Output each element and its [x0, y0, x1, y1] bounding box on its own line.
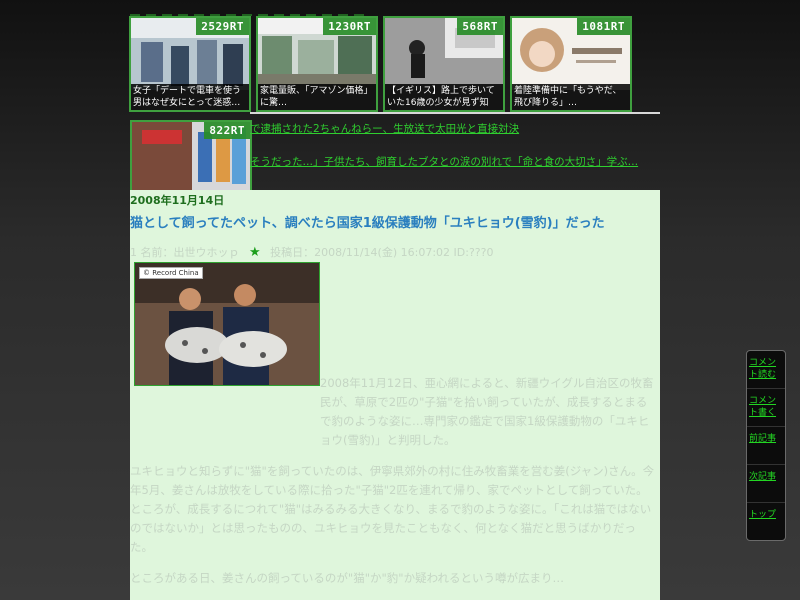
post-meta: 1 名前：出世ウホッｐ ★ 投稿日：2008/11/14(金) 16:07:02…: [130, 244, 493, 260]
thumb-article-1[interactable]: 2529RT 女子「デートで電車を使う男はなぜ女にとって迷惑…: [129, 16, 251, 112]
article-photo: © Record China: [134, 262, 320, 386]
article: 2008年11月14日 猫として飼ってたペット、調べたら国家1級保護動物「ユキヒ…: [130, 190, 660, 600]
poster-name: 1 名前：出世ウホッｐ: [130, 246, 240, 259]
paragraph: ところが、成長するにつれて"猫"はみるみる大きくなり、まるで豹のような姿に。「こ…: [130, 502, 652, 554]
related-link-2[interactable]: そうだった…」子供たち、飼育したブタとの涙の別れで「命と食の大切さ」学ぶ…: [250, 154, 638, 169]
star-icon: ★: [249, 245, 261, 260]
side-nav: コメント読む コメント書く 前記事 次記事 トップ: [746, 350, 786, 541]
post-date: 投稿日：2008/11/14(金) 16:07:02 ID:???0: [270, 246, 494, 259]
article-body: 2008年11月12日、亜心網によると、新疆ウイグル自治区の牧畜民が、草原で2匹…: [130, 374, 658, 588]
thumb-caption: 着陸準備中に「もうやだ、飛び降りる」…: [512, 84, 630, 110]
thumb-article-3[interactable]: 568RT 【イギリス】路上で歩いていた16歳の少女が見ず知ら…: [383, 16, 505, 112]
top-link[interactable]: トップ: [747, 503, 785, 540]
rt-count: 1230RT: [323, 18, 376, 35]
paragraph: 2008年11月12日、亜心網によると、新疆ウイグル自治区の牧畜民が、草原で2匹…: [320, 376, 654, 447]
rt-count: 822RT: [204, 122, 250, 139]
related-link-1[interactable]: で逮捕された2ちゃんねらー、生放送で太田光と直接対決: [250, 121, 519, 136]
photo-credit: © Record China: [139, 267, 203, 279]
rt-count: 1081RT: [577, 18, 630, 35]
paragraph: ところがある日、姜さんの飼っているのが"猫"か"豹"か疑われるという噂が広まり…: [130, 571, 565, 585]
thumb-article-5[interactable]: 822RT: [130, 120, 252, 194]
thumb-caption: 女子「デートで電車を使う男はなぜ女にとって迷惑…: [131, 84, 249, 110]
thumb-article-4[interactable]: 1081RT 着陸準備中に「もうやだ、飛び降りる」…: [510, 16, 632, 112]
divider: [250, 112, 660, 114]
paragraph: ユキヒョウと知らずに"猫"を飼っていたのは、伊寧県郊外の村に住み牧畜業を営む姜(…: [130, 464, 655, 497]
article-title: 猫として飼ってたペット、調べたら国家1級保護動物「ユキヒョウ(雪豹)」だった: [130, 216, 605, 231]
next-article-link[interactable]: 次記事: [747, 465, 785, 503]
write-comment-link[interactable]: コメント書く: [747, 389, 785, 427]
prev-article-link[interactable]: 前記事: [747, 427, 785, 465]
photo-image: [135, 263, 319, 385]
rt-count: 2529RT: [196, 18, 249, 35]
thumb-article-2[interactable]: 1230RT 家電量販、「アマゾン価格」に驚…: [256, 16, 378, 112]
read-comments-link[interactable]: コメント読む: [747, 351, 785, 389]
thumb-caption: 【イギリス】路上で歩いていた16歳の少女が見ず知ら…: [385, 84, 503, 110]
thumb-caption: 家電量販、「アマゾン価格」に驚…: [258, 84, 376, 110]
rt-count: 568RT: [457, 18, 503, 35]
article-date: 2008年11月14日: [130, 194, 225, 207]
